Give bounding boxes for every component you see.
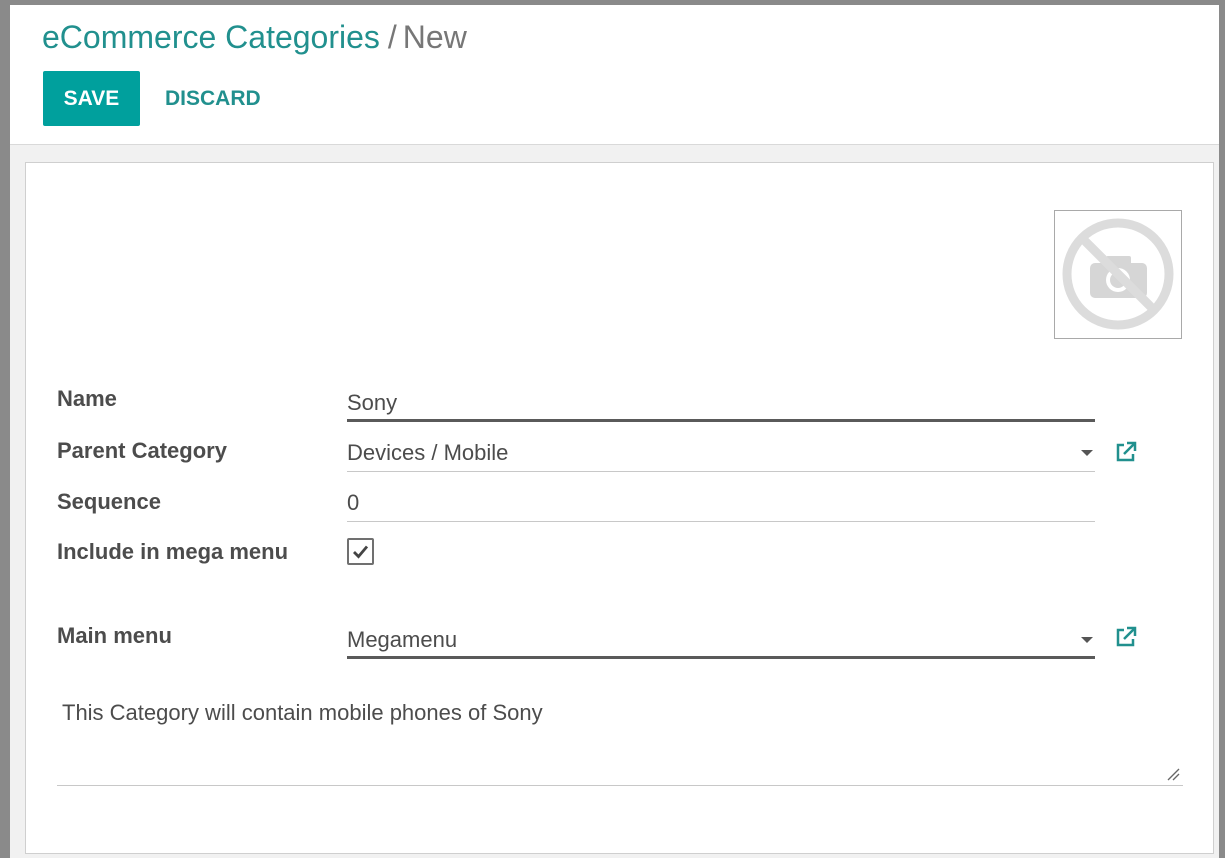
name-field[interactable]: Sony	[347, 386, 1095, 422]
sequence-value: 0	[347, 490, 360, 515]
sequence-field[interactable]: 0	[347, 486, 1095, 522]
control-panel: eCommerce Categories / New SAVE DISCARD	[10, 5, 1219, 145]
include-mega-menu-label: Include in mega menu	[57, 539, 289, 564]
external-link-icon[interactable]	[1113, 624, 1139, 650]
discard-button[interactable]: DISCARD	[165, 71, 261, 126]
main-menu-field[interactable]: Megamenu	[347, 623, 1095, 659]
parent-category-field[interactable]: Devices / Mobile	[347, 436, 1095, 472]
chevron-down-icon[interactable]	[1081, 450, 1093, 456]
resize-handle-icon[interactable]	[1166, 767, 1180, 781]
external-link-icon[interactable]	[1113, 439, 1139, 465]
description-textarea[interactable]: This Category will contain mobile phones…	[57, 697, 1183, 786]
chevron-down-icon[interactable]	[1081, 637, 1093, 643]
breadcrumb-separator: /	[387, 19, 397, 55]
parent-category-label: Parent Category	[57, 438, 227, 463]
include-mega-menu-checkbox[interactable]	[347, 538, 374, 565]
sequence-label: Sequence	[57, 489, 161, 514]
breadcrumb-parent-link[interactable]: eCommerce Categories	[42, 19, 380, 55]
parent-category-value: Devices / Mobile	[347, 440, 509, 465]
no-photo-camera-icon	[1062, 218, 1174, 330]
category-image-field[interactable]	[1054, 210, 1182, 339]
main-menu-label: Main menu	[57, 623, 172, 648]
breadcrumb: eCommerce Categories / New	[42, 17, 467, 57]
name-value: Sony	[347, 390, 398, 415]
description-value: This Category will contain mobile phones…	[62, 700, 543, 725]
save-button[interactable]: SAVE	[43, 71, 140, 126]
checkmark-icon	[353, 545, 369, 559]
name-label: Name	[57, 386, 117, 411]
breadcrumb-current: New	[402, 19, 467, 55]
main-menu-value: Megamenu	[347, 627, 458, 652]
